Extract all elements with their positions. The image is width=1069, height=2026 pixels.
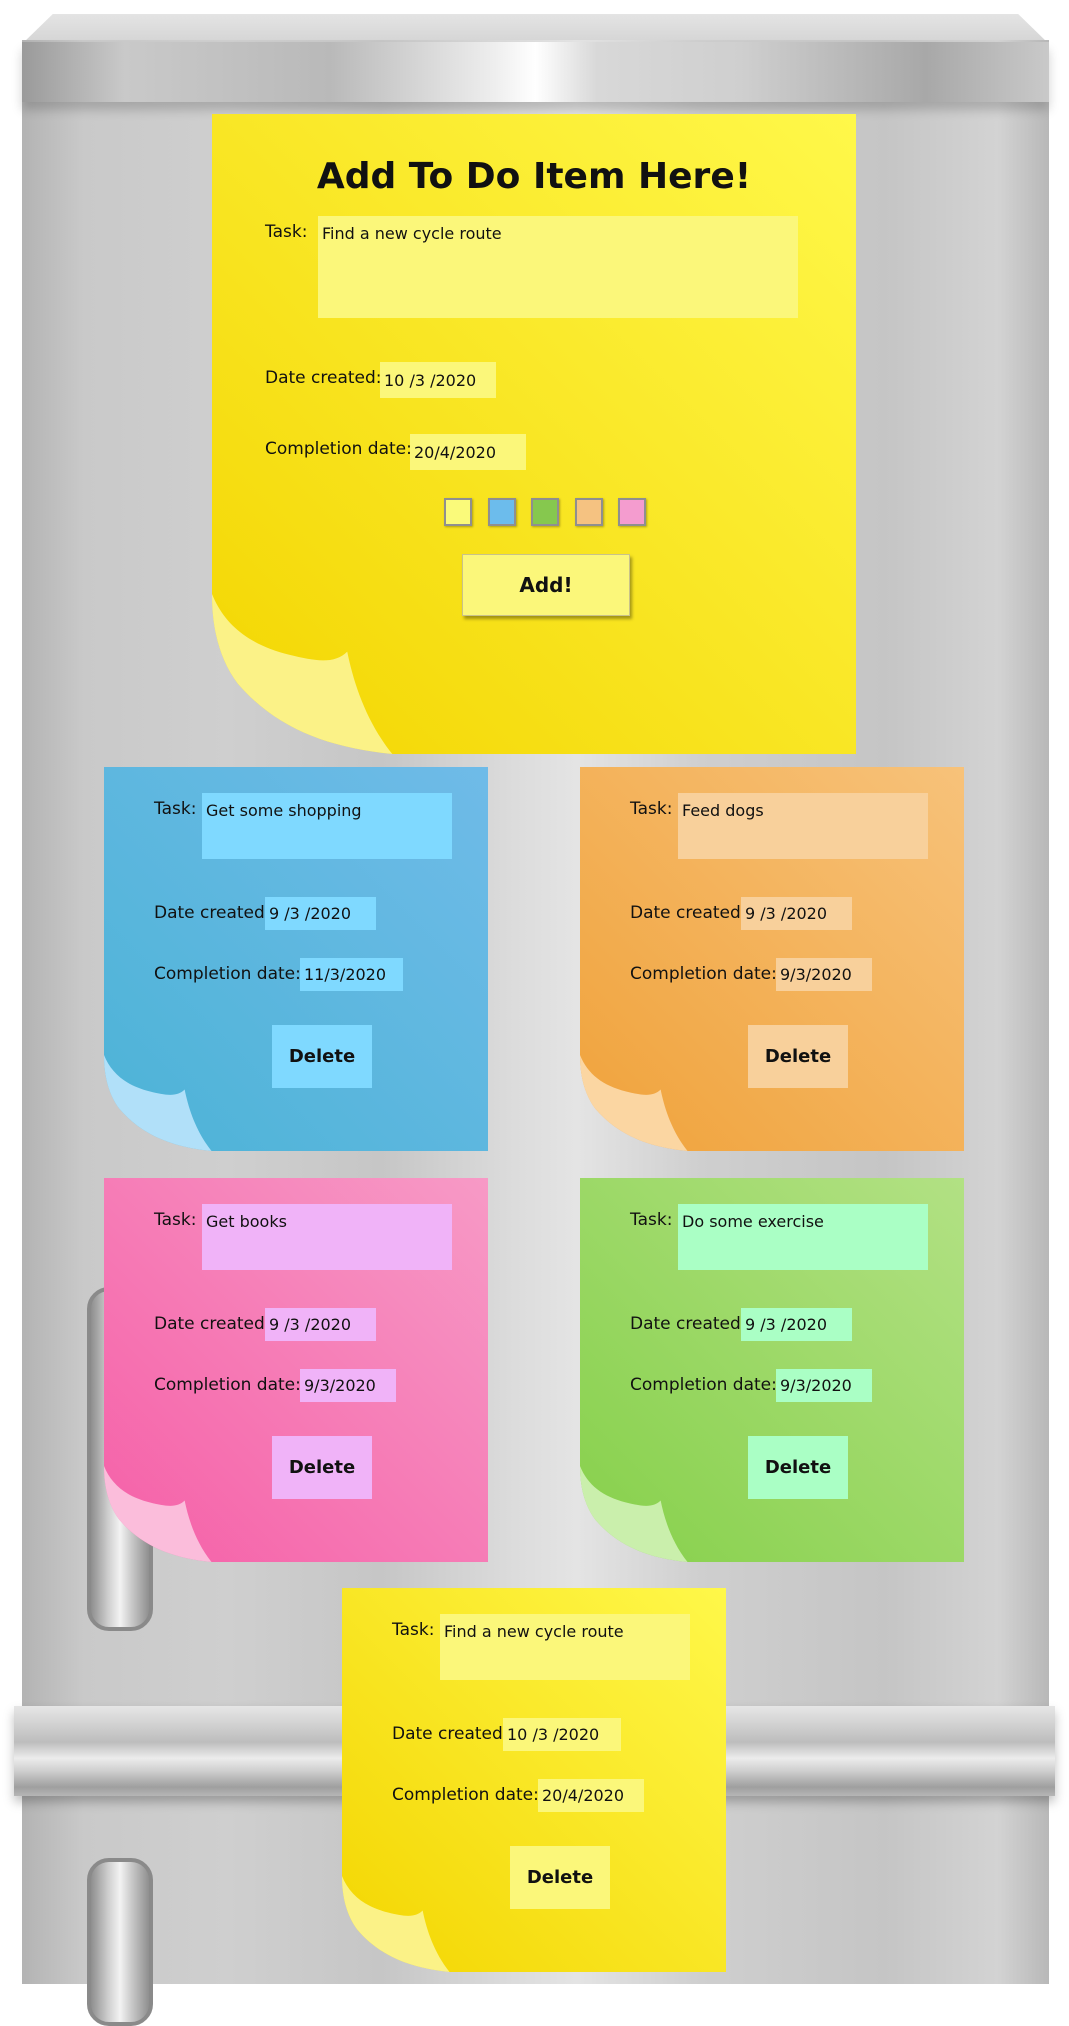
task-input[interactable]: Get some shopping xyxy=(202,793,452,859)
date-created-input[interactable] xyxy=(741,897,852,930)
todo-note-green: Task: Do some exercise Date created: Com… xyxy=(580,1178,964,1562)
task-input[interactable]: Find a new cycle route xyxy=(318,216,798,318)
date-created-label: Date created: xyxy=(392,1724,509,1744)
todo-note-blue: Task: Get some shopping Date created: Co… xyxy=(104,767,488,1151)
task-input[interactable]: Feed dogs xyxy=(678,793,928,859)
completion-date-input[interactable] xyxy=(776,1369,872,1402)
color-swatch-orange[interactable] xyxy=(575,498,603,526)
color-swatch-yellow[interactable] xyxy=(444,498,472,526)
date-created-label: Date created: xyxy=(265,368,382,388)
task-input[interactable]: Find a new cycle route xyxy=(440,1614,690,1680)
completion-date-label: Completion date: xyxy=(154,1375,301,1395)
delete-button[interactable]: Delete xyxy=(748,1025,848,1088)
task-input[interactable]: Get books xyxy=(202,1204,452,1270)
date-created-input[interactable] xyxy=(741,1308,852,1341)
task-input[interactable]: Do some exercise xyxy=(678,1204,928,1270)
completion-date-label: Completion date: xyxy=(265,439,412,459)
date-created-input[interactable] xyxy=(380,362,496,398)
task-label: Task: xyxy=(392,1620,435,1640)
todo-note-yellow: Task: Find a new cycle route Date create… xyxy=(342,1588,726,1972)
add-item-note: Add To Do Item Here! Task: Find a new cy… xyxy=(212,114,856,754)
task-label: Task: xyxy=(630,1210,673,1230)
fridge-handle-lower xyxy=(87,1858,153,2026)
delete-button[interactable]: Delete xyxy=(272,1436,372,1499)
color-swatch-green[interactable] xyxy=(531,498,559,526)
completion-date-input[interactable] xyxy=(538,1779,644,1812)
fridge-top-rim xyxy=(22,42,1049,102)
delete-button[interactable]: Delete xyxy=(510,1846,610,1909)
date-created-input[interactable] xyxy=(265,1308,376,1341)
completion-date-label: Completion date: xyxy=(392,1785,539,1805)
delete-button[interactable]: Delete xyxy=(748,1436,848,1499)
completion-date-input[interactable] xyxy=(300,958,403,991)
add-button[interactable]: Add! xyxy=(462,554,630,616)
todo-note-pink: Task: Get books Date created: Completion… xyxy=(104,1178,488,1562)
date-created-label: Date created: xyxy=(630,903,747,923)
completion-date-label: Completion date: xyxy=(630,964,777,984)
date-created-label: Date created: xyxy=(630,1314,747,1334)
date-created-label: Date created: xyxy=(154,903,271,923)
task-label: Task: xyxy=(154,799,197,819)
add-form-title: Add To Do Item Here! xyxy=(316,156,752,197)
color-swatch-blue[interactable] xyxy=(488,498,516,526)
task-label: Task: xyxy=(265,222,308,242)
color-swatch-pink[interactable] xyxy=(618,498,646,526)
completion-date-input[interactable] xyxy=(776,958,872,991)
delete-button[interactable]: Delete xyxy=(272,1025,372,1088)
date-created-input[interactable] xyxy=(265,897,376,930)
task-label: Task: xyxy=(630,799,673,819)
completion-date-input[interactable] xyxy=(300,1369,396,1402)
completion-date-label: Completion date: xyxy=(154,964,301,984)
completion-date-label: Completion date: xyxy=(630,1375,777,1395)
date-created-input[interactable] xyxy=(503,1718,621,1751)
date-created-label: Date created: xyxy=(154,1314,271,1334)
completion-date-input[interactable] xyxy=(410,434,526,470)
task-label: Task: xyxy=(154,1210,197,1230)
todo-note-orange: Task: Feed dogs Date created: Completion… xyxy=(580,767,964,1151)
